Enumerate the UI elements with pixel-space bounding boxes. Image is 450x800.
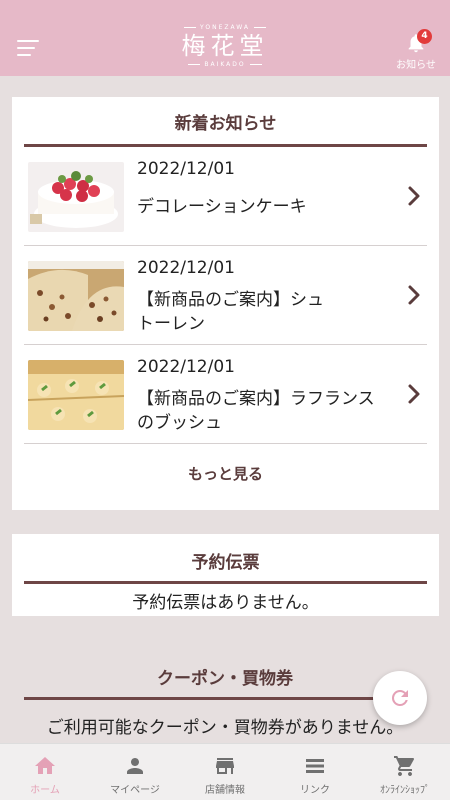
strawberry-cake-image <box>28 162 124 232</box>
tab-label: マイページ <box>110 785 160 796</box>
notifications-button[interactable]: 4 お知らせ <box>392 29 440 71</box>
news-card: 新着お知らせ 2022/12/01 デコレーションケーキ 2022/12/01 … <box>12 97 439 510</box>
home-icon <box>35 757 55 774</box>
news-date: 2022/12/01 <box>137 258 235 278</box>
tab-store-info[interactable]: 店舗情報 <box>180 744 270 800</box>
see-more-link[interactable]: もっと見る <box>12 463 439 484</box>
hamburger-menu-icon[interactable] <box>17 40 39 58</box>
reservation-empty-text: 予約伝票はありません。 <box>132 593 319 613</box>
reservation-card: 予約伝票 予約伝票はありません。 <box>12 534 439 616</box>
reservation-title: 予約伝票 <box>191 553 260 573</box>
refresh-icon <box>391 690 408 706</box>
news-headline: 【新商品のご案内】シュトーレン <box>137 290 324 334</box>
bottom-tab-bar: ホーム マイページ 店舗情報 リンク ｵﾝﾗｲﾝｼｮｯﾌﾟ <box>0 743 450 800</box>
person-icon <box>127 758 143 774</box>
coupon-divider <box>24 697 426 700</box>
logo-main-text: 梅花堂 <box>181 32 269 60</box>
logo-bottom-text: BAIKADO <box>175 61 275 68</box>
news-date: 2022/12/01 <box>137 357 235 377</box>
list-icon <box>306 759 324 773</box>
news-headline: デコレーションケーキ <box>137 197 307 217</box>
tab-mypage[interactable]: マイページ <box>90 744 180 800</box>
tab-label: ホーム <box>30 785 60 796</box>
news-date: 2022/12/01 <box>137 159 235 179</box>
refresh-button[interactable] <box>373 671 427 725</box>
chevron-right-icon <box>408 186 420 206</box>
tab-links[interactable]: リンク <box>270 744 360 800</box>
news-item[interactable]: 2022/12/01 【新商品のご案内】シュトーレン <box>24 246 427 345</box>
tab-online-shop[interactable]: ｵﾝﾗｲﾝｼｮｯﾌﾟ <box>360 744 450 800</box>
logo: YONEZAWA 梅花堂 BAIKADO <box>175 24 275 76</box>
stollen-image <box>28 261 124 331</box>
notifications-label: お知らせ <box>396 60 436 71</box>
chevron-right-icon <box>408 384 420 404</box>
news-item[interactable]: 2022/12/01 【新商品のご案内】ラフランスのブッシュ <box>24 345 427 444</box>
reservation-divider <box>24 581 427 584</box>
tab-home[interactable]: ホーム <box>0 744 90 800</box>
tab-label: 店舗情報 <box>205 785 245 796</box>
tab-label: ｵﾝﾗｲﾝｼｮｯﾌﾟ <box>380 785 430 796</box>
news-title: 新着お知らせ <box>174 114 277 134</box>
chevron-right-icon <box>408 285 420 305</box>
store-icon <box>216 758 234 774</box>
news-headline: 【新商品のご案内】ラフランスのブッシュ <box>137 389 375 433</box>
la-france-bouche-image <box>28 360 124 430</box>
notification-badge: 4 <box>417 29 432 44</box>
tab-label: リンク <box>300 785 330 796</box>
app-header: YONEZAWA 梅花堂 BAIKADO 4 お知らせ <box>0 0 450 76</box>
cart-icon <box>394 756 415 776</box>
logo-top-text: YONEZAWA <box>175 24 275 31</box>
news-item[interactable]: 2022/12/01 デコレーションケーキ <box>24 147 427 246</box>
